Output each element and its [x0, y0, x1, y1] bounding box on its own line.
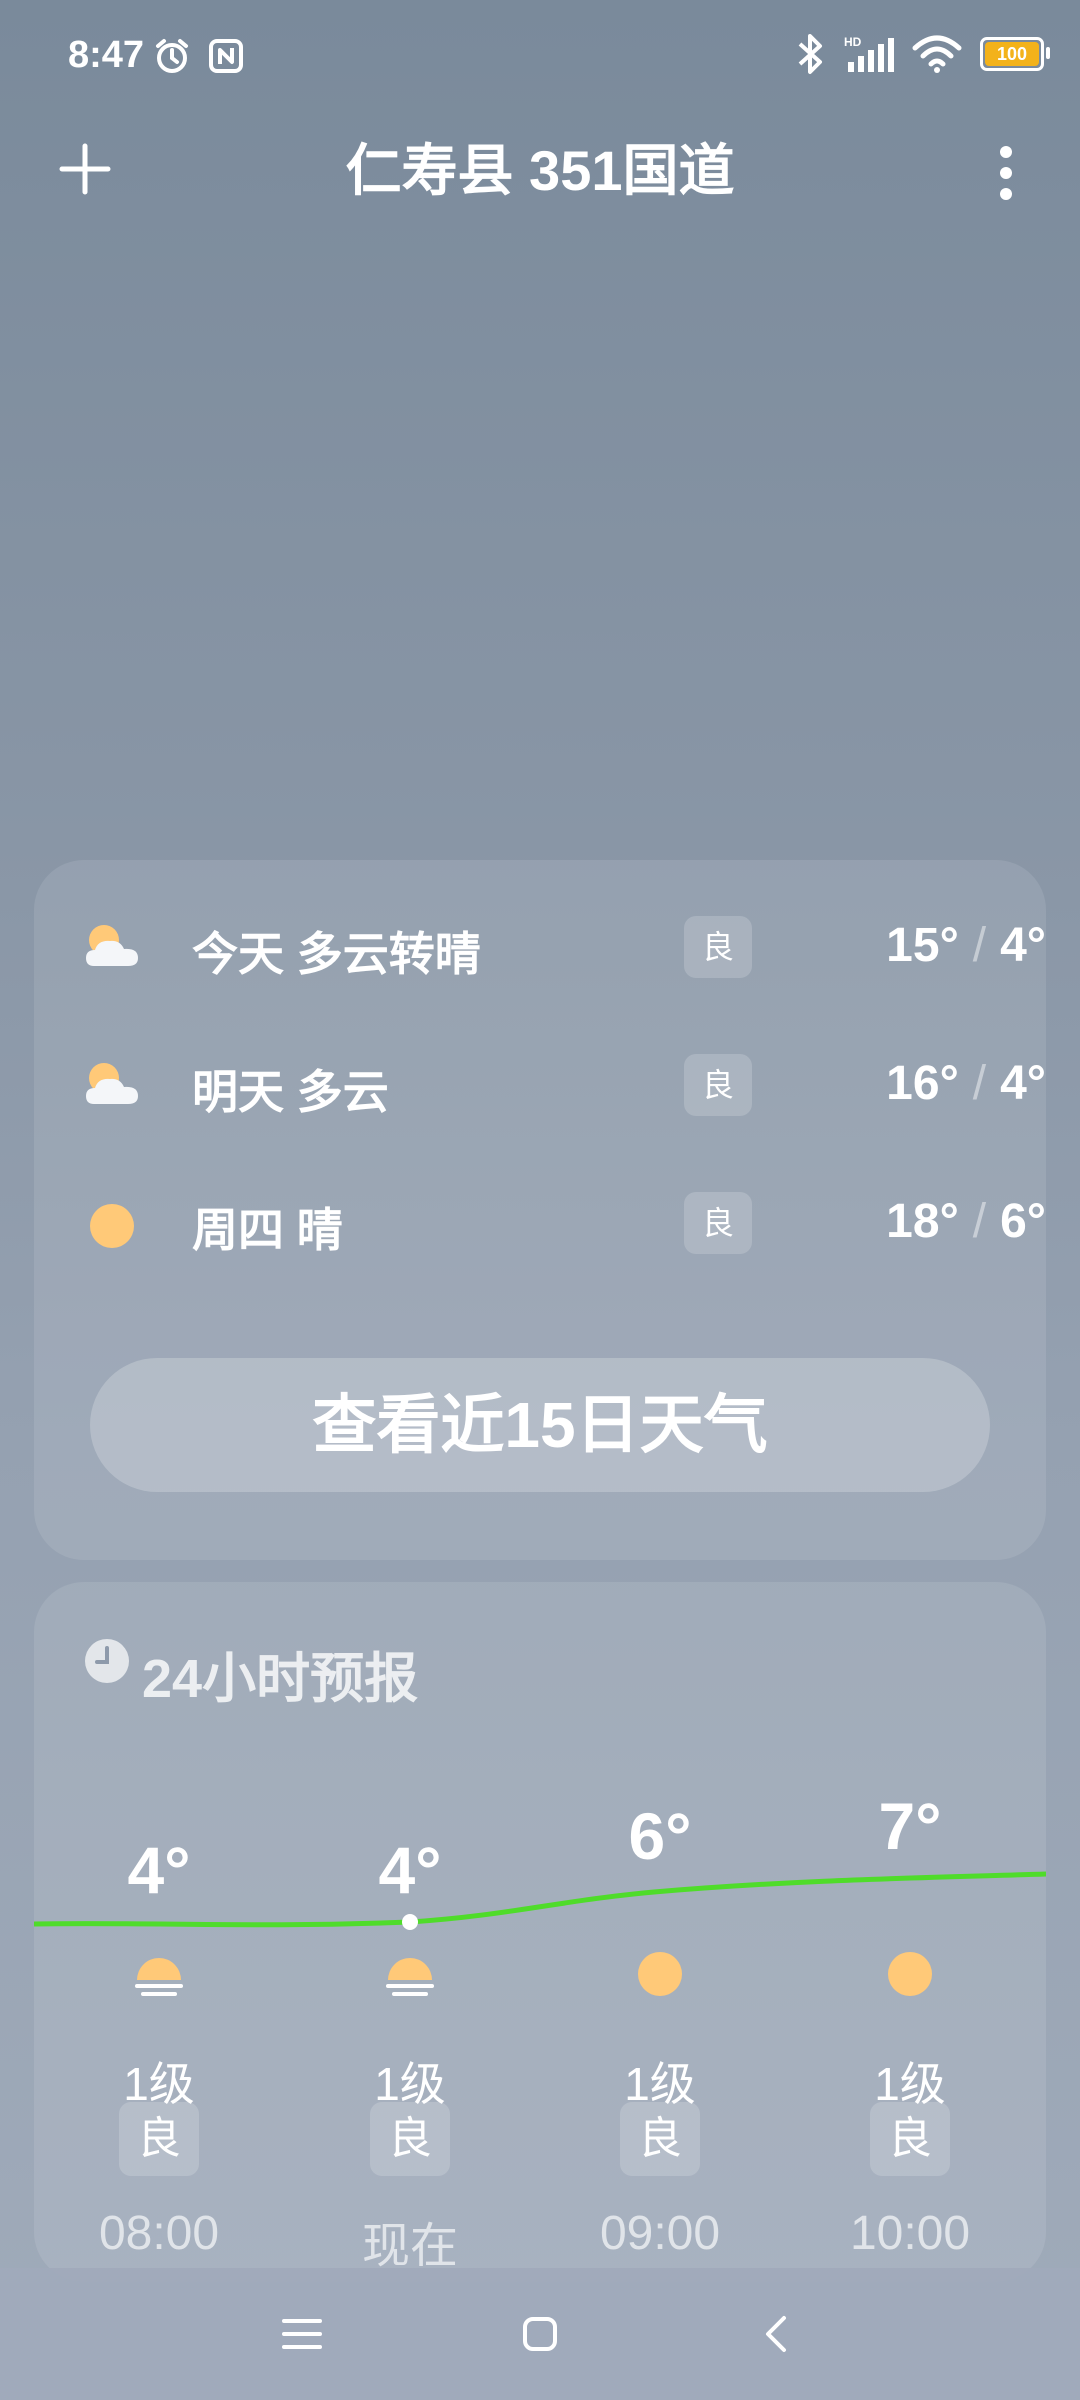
hour-temp: 4°	[127, 1833, 191, 1907]
day-label: 周四 晴	[192, 1204, 343, 1256]
sun-icon	[638, 1952, 682, 1996]
svg-text:HD: HD	[844, 35, 862, 49]
hour-label: 现在	[361, 2220, 458, 2273]
sun-icon	[888, 1952, 932, 1996]
nfc-icon	[209, 39, 243, 73]
sunrise-icon	[135, 1958, 183, 1996]
aqi-badge: 良	[684, 916, 752, 978]
high-temp: 15°	[886, 919, 959, 972]
aqi-badge: 良	[370, 2102, 450, 2176]
hour-label: 08:00	[98, 2207, 220, 2260]
partly-cloudy-icon	[86, 925, 138, 966]
high-temp: 18°	[886, 1195, 959, 1248]
day-temps: 16°/4°	[886, 1057, 1046, 1110]
day-row-thursday[interactable]: 周四 晴 良 18°/6°	[80, 1186, 1046, 1266]
day-row-tomorrow[interactable]: 明天 多云 良 16°/4°	[80, 1048, 1046, 1128]
low-temp: 4°	[1000, 919, 1046, 972]
alarm-icon	[156, 39, 188, 73]
wifi-icon	[912, 35, 962, 73]
sunrise-icon	[386, 1958, 434, 1996]
hour-temp: 4°	[378, 1833, 442, 1907]
day-label: 今天 多云转晴	[192, 928, 481, 980]
aqi-badge: 良	[119, 2102, 199, 2176]
day-label: 明天 多云	[192, 1066, 389, 1118]
status-bar: 8:47 HD 100	[0, 0, 1080, 120]
view-15-day-button[interactable]: 查看近15日天气	[90, 1358, 990, 1492]
hour-column[interactable]: 7° 1级 良 10:00	[810, 1582, 1010, 2282]
hour-temp: 6°	[628, 1799, 692, 1873]
aqi-badge: 良	[870, 2102, 950, 2176]
partly-cloudy-icon	[86, 1063, 138, 1104]
hour-column[interactable]: 4° 1级 良 现在	[310, 1582, 510, 2282]
hour-column[interactable]: 6° 1级 良 09:00	[560, 1582, 760, 2282]
aqi-badge: 良	[684, 1054, 752, 1116]
high-temp: 16°	[886, 1057, 959, 1110]
hour-label: 10:00	[849, 2207, 971, 2260]
daily-forecast-card: 今天 多云转晴 良 15°/4° 明天 多云 良 16°/4° 周四 晴 良 1…	[34, 860, 1046, 1560]
menu-icon[interactable]	[282, 2318, 322, 2350]
hourly-forecast-card: 24小时预报 4° 1级 良 08:00 4° 1级 良 现在 6° 1级 良 …	[34, 1582, 1046, 2282]
more-vertical-icon[interactable]	[998, 144, 1014, 202]
sun-icon	[90, 1204, 134, 1248]
hd-signal-icon: HD	[844, 35, 894, 72]
aqi-badge: 良	[620, 2102, 700, 2176]
hour-label: 09:00	[599, 2207, 721, 2260]
battery-level: 100	[996, 43, 1028, 64]
day-temps: 18°/6°	[886, 1195, 1046, 1248]
low-temp: 6°	[1000, 1195, 1046, 1248]
bluetooth-icon	[798, 34, 822, 74]
day-temps: 15°/4°	[886, 919, 1046, 972]
low-temp: 4°	[1000, 1057, 1046, 1110]
hour-temp: 7°	[878, 1789, 942, 1863]
status-time: 8:47	[68, 34, 145, 76]
day-row-today[interactable]: 今天 多云转晴 良 15°/4°	[80, 910, 1046, 990]
status-icons: HD 100	[794, 32, 1050, 76]
home-icon[interactable]	[522, 2316, 558, 2352]
aqi-badge: 良	[684, 1192, 752, 1254]
location-title[interactable]: 仁寿县 351国道	[0, 126, 1080, 207]
back-icon[interactable]	[760, 2314, 790, 2354]
hour-column[interactable]: 4° 1级 良 08:00	[59, 1582, 259, 2282]
battery-icon: 100	[980, 37, 1050, 71]
